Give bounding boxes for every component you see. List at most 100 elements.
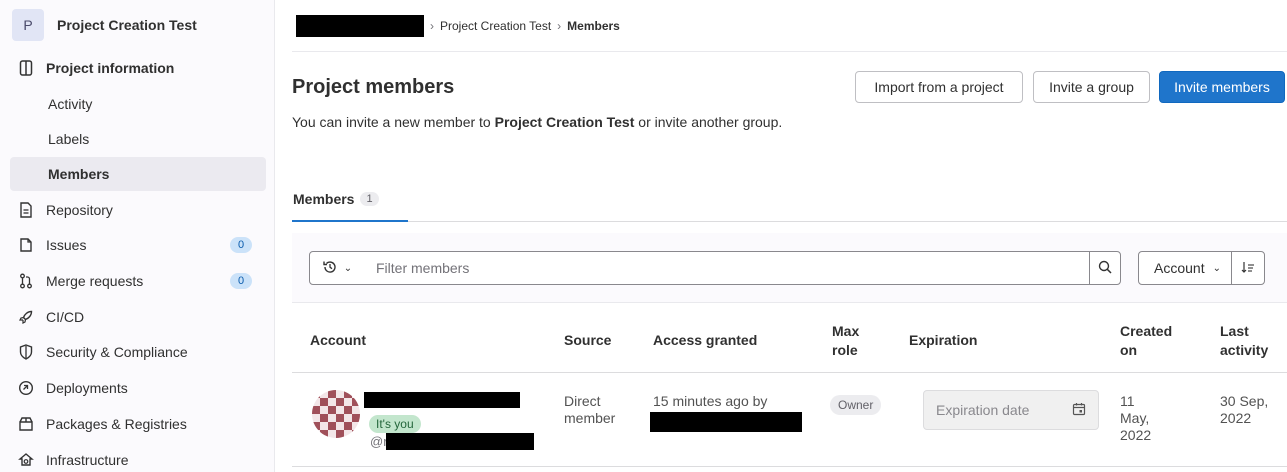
sort-ascending-icon <box>1241 261 1255 276</box>
access-granted-cell: 15 minutes ago by <box>653 393 768 409</box>
deployments-icon <box>18 380 34 396</box>
column-header-created-on: Created on <box>1120 322 1172 360</box>
its-you-badge: It's you <box>369 415 421 433</box>
history-icon <box>322 259 338 278</box>
sidebar-item-label: Infrastructure <box>46 452 129 468</box>
created-line: May, <box>1120 410 1150 426</box>
filter-members-input[interactable]: Filter members <box>364 251 1090 285</box>
column-header-source: Source <box>564 332 612 348</box>
calendar-icon <box>1072 402 1086 419</box>
description-prefix: You can invite a new member to <box>292 114 495 130</box>
sidebar-item-label: Members <box>48 166 110 182</box>
breadcrumb-separator-icon: › <box>557 18 562 33</box>
column-header-account: Account <box>310 332 366 348</box>
sidebar-item-label: Security & Compliance <box>46 344 188 360</box>
created-line: 2022 <box>1120 427 1152 443</box>
expiration-placeholder: Expiration date <box>936 402 1030 418</box>
last-activity-cell: 30 Sep, 2022 <box>1220 393 1268 427</box>
sidebar-item-infrastructure[interactable]: Infrastructure <box>10 443 266 472</box>
header-line: role <box>832 342 858 358</box>
description-project-name: Project Creation Test <box>494 114 635 130</box>
sidebar-item-project-information[interactable]: Project information <box>10 51 266 85</box>
table-divider <box>292 372 1287 373</box>
table-divider <box>292 466 1287 467</box>
file-icon <box>18 202 34 218</box>
sidebar-item-issues[interactable]: Issues 0 <box>10 228 266 262</box>
sidebar: P Project Creation Test Project informat… <box>0 0 275 472</box>
sidebar-item-label: Merge requests <box>46 273 144 289</box>
rocket-icon <box>18 309 34 325</box>
chevron-down-icon: ⌄ <box>343 262 353 274</box>
last-activity-line: 30 Sep, <box>1220 393 1269 409</box>
sidebar-item-label: Deployments <box>46 380 128 396</box>
breadcrumb: › Project Creation Test › Members <box>292 0 1287 52</box>
redacted-user-name <box>364 392 520 408</box>
redacted-username <box>386 433 534 450</box>
merge-requests-count-badge: 0 <box>230 273 252 289</box>
import-from-project-button[interactable]: Import from a project <box>855 71 1023 103</box>
sidebar-item-security-compliance[interactable]: Security & Compliance <box>10 335 266 369</box>
source-line: Direct <box>564 393 601 409</box>
sidebar-item-repository[interactable]: Repository <box>10 193 266 227</box>
sort-direction-button[interactable] <box>1231 251 1265 285</box>
search-icon <box>1098 260 1112 277</box>
avatar[interactable] <box>312 390 360 438</box>
tab-label: Members <box>293 191 355 207</box>
invite-members-button[interactable]: Invite members <box>1159 71 1285 103</box>
breadcrumb-project-link[interactable]: Project Creation Test <box>440 19 551 33</box>
breadcrumb-current[interactable]: Members <box>567 19 620 33</box>
sidebar-item-packages-registries[interactable]: Packages & Registries <box>10 407 266 441</box>
main-content: › Project Creation Test › Members Projec… <box>292 0 1287 472</box>
sort-by-dropdown[interactable]: Account ⌄ <box>1138 251 1232 285</box>
header-line: on <box>1120 342 1138 358</box>
sidebar-item-label: CI/CD <box>46 309 85 325</box>
role-badge[interactable]: Owner <box>830 395 882 415</box>
tab-count-badge: 1 <box>360 192 379 206</box>
sidebar-item-label: Repository <box>46 202 113 218</box>
header-line: activity <box>1220 342 1269 358</box>
cloud-icon <box>18 452 34 468</box>
sidebar-item-label: Packages & Registries <box>46 416 187 432</box>
sidebar-item-labels[interactable]: Labels <box>10 122 266 156</box>
sidebar-item-deployments[interactable]: Deployments <box>10 371 266 405</box>
shield-icon <box>18 344 34 360</box>
invite-group-button[interactable]: Invite a group <box>1033 71 1150 103</box>
created-line: 11 <box>1120 393 1135 409</box>
sidebar-item-ci-cd[interactable]: CI/CD <box>10 300 266 334</box>
created-on-cell: 11 May, 2022 <box>1120 393 1151 444</box>
project-avatar: P <box>12 9 44 41</box>
sort-label: Account <box>1154 260 1205 276</box>
recent-searches-button[interactable]: ⌄ <box>309 251 365 285</box>
issues-count-badge: 0 <box>230 237 252 253</box>
tabs-bar: Members 1 <box>292 178 1287 222</box>
source-line: member <box>564 410 616 426</box>
merge-request-icon <box>18 273 34 289</box>
page-title: Project members <box>292 76 455 98</box>
username: @r <box>370 434 388 449</box>
sidebar-item-merge-requests[interactable]: Merge requests 0 <box>10 264 266 298</box>
header-line: Last <box>1220 323 1249 339</box>
project-name: Project Creation Test <box>57 17 197 33</box>
search-button[interactable] <box>1089 251 1121 285</box>
sidebar-item-members[interactable]: Members <box>10 157 266 191</box>
expiration-date-input[interactable]: Expiration date <box>923 390 1099 430</box>
sidebar-item-label: Issues <box>46 237 87 253</box>
source-cell: Direct member <box>564 393 615 427</box>
sidebar-item-label: Labels <box>48 131 90 147</box>
header-line: Max <box>832 323 860 339</box>
column-header-max-role: Max role <box>832 322 859 360</box>
column-header-access-granted: Access granted <box>653 332 758 348</box>
info-icon <box>18 60 34 76</box>
column-header-expiration: Expiration <box>909 332 978 348</box>
sidebar-item-activity[interactable]: Activity <box>10 87 266 121</box>
description-suffix: or invite another group. <box>634 114 783 130</box>
tab-members[interactable]: Members 1 <box>292 178 408 222</box>
breadcrumb-separator-icon: › <box>430 18 434 33</box>
sidebar-item-label: Project information <box>46 60 175 76</box>
column-header-last-activity: Last activity <box>1220 322 1268 360</box>
sidebar-project-header[interactable]: P Project Creation Test <box>0 0 274 50</box>
filter-bar: ⌄ Filter members Account ⌄ <box>292 233 1287 303</box>
sidebar-item-label: Activity <box>48 96 93 112</box>
page-description: You can invite a new member to Project C… <box>292 111 792 133</box>
chevron-down-icon: ⌄ <box>1212 262 1221 274</box>
